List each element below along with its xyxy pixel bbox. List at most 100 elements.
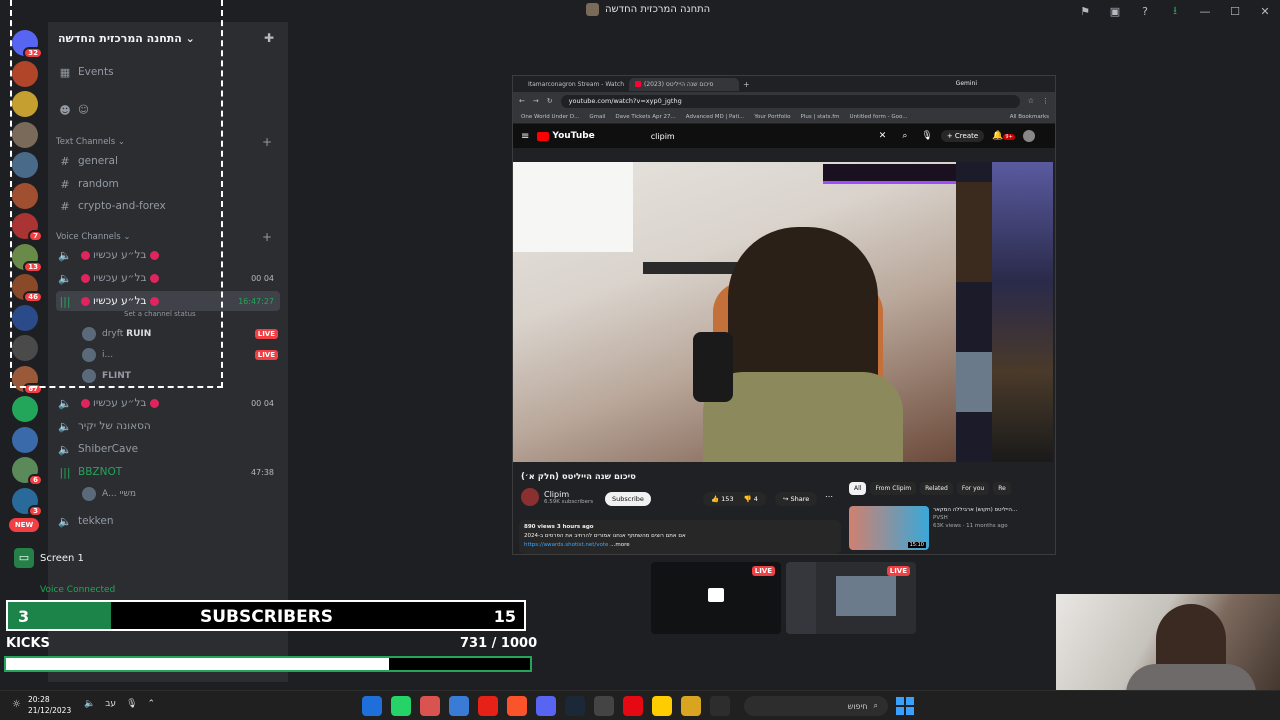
mic-icon[interactable]: 🎙 xyxy=(921,131,932,141)
server-icon[interactable] xyxy=(12,91,38,117)
channel-info[interactable]: Clipim 6.59K subscribers xyxy=(521,488,593,506)
server-icon[interactable]: 13 xyxy=(12,243,43,273)
search-icon[interactable]: ⌕ xyxy=(902,131,907,141)
account-avatar[interactable] xyxy=(1022,130,1035,142)
back-icon[interactable]: ← xyxy=(519,97,525,105)
browser-tab-1[interactable]: Itamarconagron Stream - Watch xyxy=(519,78,629,91)
add-channel-icon[interactable]: + xyxy=(262,230,272,244)
video-player[interactable] xyxy=(513,162,956,462)
start-button[interactable] xyxy=(896,697,914,715)
server-icon[interactable]: 46 xyxy=(12,274,43,303)
subscribe-button[interactable]: Subscribe xyxy=(605,492,651,506)
more-actions-icon[interactable]: ⋯ xyxy=(825,492,833,501)
stream-icon[interactable]: ▣ xyxy=(1100,5,1130,18)
server-icon[interactable]: 7 xyxy=(12,213,43,242)
server-icon[interactable] xyxy=(12,152,38,178)
reload-icon[interactable]: ↻ xyxy=(547,97,553,105)
voice-channel-8[interactable]: 🔈 tekken xyxy=(56,511,280,531)
voice-user-bbz[interactable]: A... משיי xyxy=(78,485,278,503)
browser-tab-2[interactable]: סיכום שנה הייליטס (2023) xyxy=(629,77,739,91)
close-button[interactable]: ✕ xyxy=(1250,5,1280,18)
bookmark[interactable]: Untitled form - Goo... xyxy=(850,114,908,120)
all-bookmarks[interactable]: All Bookmarks xyxy=(1010,114,1049,120)
taskbar-app-icon[interactable] xyxy=(652,696,672,716)
server-icon[interactable]: 32 xyxy=(12,30,43,59)
chip-all[interactable]: All xyxy=(849,482,867,495)
recommended-thumbnail[interactable]: 15:10 xyxy=(849,506,929,550)
voice-channel-4[interactable]: 🔈 בל״ע עכשיו 00 04 xyxy=(56,393,280,413)
notifications-icon[interactable]: 🔔 9+ xyxy=(992,131,1015,141)
channel-crypto[interactable]: # crypto-and-forex xyxy=(56,196,280,216)
clock[interactable]: 20:28 21/12/2023 xyxy=(28,694,71,716)
bookmark[interactable]: Plus | stats.fm xyxy=(801,114,840,120)
category-text-channels[interactable]: Text Channels ⌄ + xyxy=(56,132,280,152)
video-description[interactable]: 890 views 3 hours ago אם אתם רוצים מהשתת… xyxy=(519,520,841,554)
taskbar-app-icon[interactable] xyxy=(420,696,440,716)
stream-tile-2[interactable]: LIVE xyxy=(786,562,916,634)
search-input[interactable]: clipim xyxy=(651,132,871,141)
help-icon[interactable]: ? xyxy=(1130,5,1160,18)
invite-icon[interactable]: ✚ xyxy=(264,31,274,45)
voice-user-1[interactable]: dryft RUIN LIVE xyxy=(78,325,278,343)
taskbar-app-icon[interactable] xyxy=(623,696,643,716)
bookmark[interactable]: One World Under D... xyxy=(521,114,579,120)
gemini-button[interactable]: Gemini xyxy=(956,80,977,87)
share-button[interactable]: ↪ Share xyxy=(775,492,818,506)
mic-tray-icon[interactable]: 🎙 xyxy=(126,699,137,709)
like-dislike-group[interactable]: 👍 153 👎 4 xyxy=(703,492,766,506)
more-link[interactable]: ...more xyxy=(610,542,630,548)
add-channel-icon[interactable]: + xyxy=(262,135,272,149)
new-tab-button[interactable]: + xyxy=(743,80,750,89)
taskbar-app-icon[interactable] xyxy=(536,696,556,716)
server-icon[interactable]: 3 xyxy=(12,487,43,517)
url-field[interactable]: youtube.com/watch?v=xyp0_jgthg xyxy=(560,94,1020,108)
guild-header[interactable]: התחנה המרכזית החדשה ⌄ ✚ xyxy=(48,22,288,54)
channel-status[interactable]: Set a channel status xyxy=(124,310,196,318)
server-icon[interactable] xyxy=(12,396,38,422)
star-icon[interactable]: ☆ xyxy=(1028,97,1034,105)
bookmark[interactable]: Your Portfolio xyxy=(754,114,790,120)
voice-channel-1[interactable]: 🔈 בל״ע עכשיו xyxy=(56,245,280,265)
taskbar-app-icon[interactable] xyxy=(507,696,527,716)
like-button[interactable]: 👍 153 xyxy=(711,495,734,503)
taskbar-app-icon[interactable] xyxy=(362,696,382,716)
minimize-button[interactable]: — xyxy=(1190,5,1220,18)
stream-tile-1[interactable]: LIVE xyxy=(651,562,781,634)
language-indicator[interactable]: עב xyxy=(105,699,116,709)
channel-name[interactable]: Clipim xyxy=(544,490,593,499)
screen-share-panel[interactable]: ▭ Screen 1 xyxy=(0,546,288,570)
channel-general[interactable]: # general xyxy=(56,151,280,171)
voice-channel-6[interactable]: 🔈 ShiberCave xyxy=(56,439,280,459)
bookmark[interactable]: Gmail xyxy=(589,114,605,120)
description-link[interactable]: https://awards.shotist.net/vote xyxy=(524,542,608,548)
events-item[interactable]: ▦ Events xyxy=(56,62,280,82)
weather-icon[interactable]: ☼ xyxy=(12,699,21,710)
bookmark[interactable]: Dave Tickets Apr 27... xyxy=(615,114,675,120)
chip-from-channel[interactable]: From Clipim xyxy=(870,482,917,495)
voice-channel-2[interactable]: 🔈 בל״ע עכשיו 00 04 xyxy=(56,268,280,288)
voice-channel-7[interactable]: ||| BBZNOT 47:38 xyxy=(56,462,280,482)
voice-channel-5[interactable]: 🔈 הסאונה של יקיר xyxy=(56,416,280,436)
server-icon[interactable] xyxy=(12,304,38,331)
chip-related[interactable]: Related xyxy=(920,482,953,495)
taskbar-app-icon[interactable] xyxy=(594,696,614,716)
bookmark[interactable]: Advanced MD | Pati... xyxy=(686,114,745,120)
server-icon[interactable] xyxy=(12,60,38,87)
chip-recent[interactable]: Re xyxy=(993,482,1011,495)
server-icon[interactable]: 6 xyxy=(12,457,43,486)
server-icon[interactable] xyxy=(12,182,38,209)
taskbar-app-icon[interactable] xyxy=(681,696,701,716)
channel-random[interactable]: # random xyxy=(56,174,280,194)
taskbar-app-icon[interactable] xyxy=(565,696,585,716)
taskbar-app-icon[interactable] xyxy=(478,696,498,716)
category-voice-channels[interactable]: Voice Channels ⌄ + xyxy=(56,227,280,247)
menu-icon[interactable]: ≡ xyxy=(521,131,529,142)
chip-for-you[interactable]: For you xyxy=(956,482,990,495)
volume-icon[interactable]: 🔈 xyxy=(84,699,95,709)
server-icon[interactable] xyxy=(12,426,38,453)
forward-icon[interactable]: → xyxy=(533,97,539,105)
dislike-button[interactable]: 👎 4 xyxy=(744,495,758,503)
server-icon[interactable]: 67 xyxy=(12,365,43,395)
taskbar-app-icon[interactable] xyxy=(391,696,411,716)
channel-avatar[interactable] xyxy=(521,488,539,506)
